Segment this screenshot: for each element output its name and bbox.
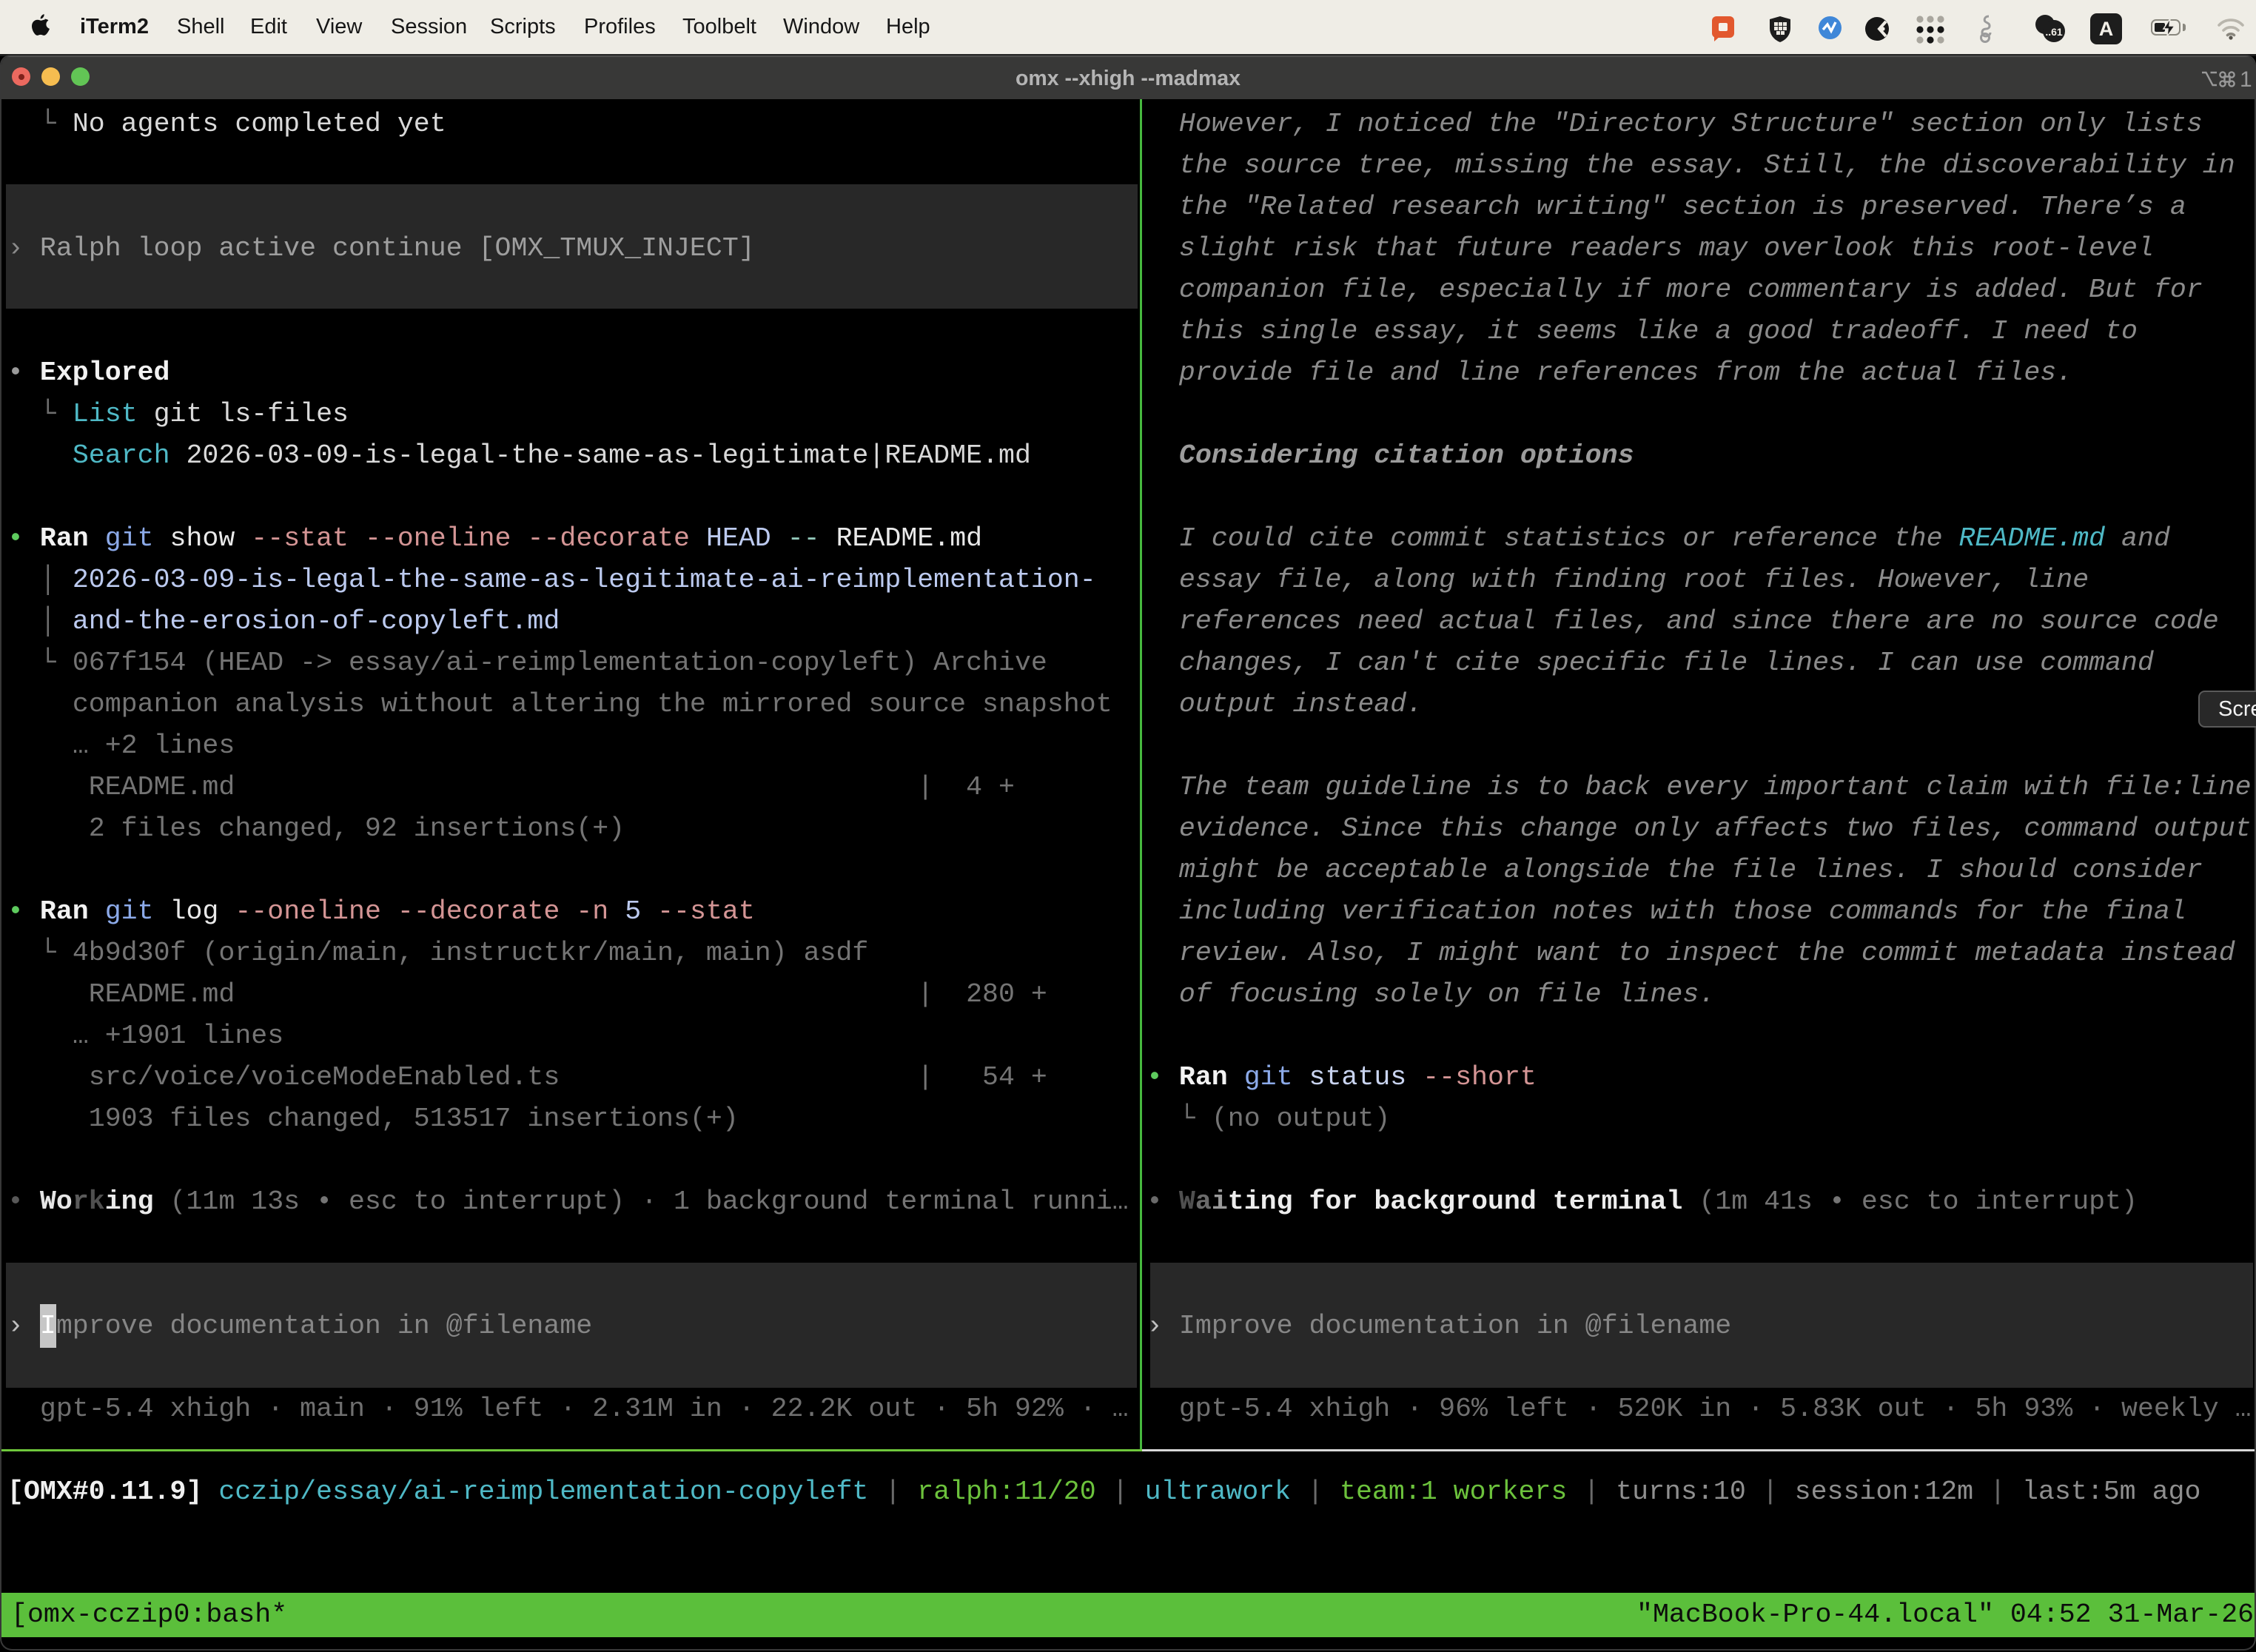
svg-text:..61: ..61 — [2045, 26, 2063, 38]
